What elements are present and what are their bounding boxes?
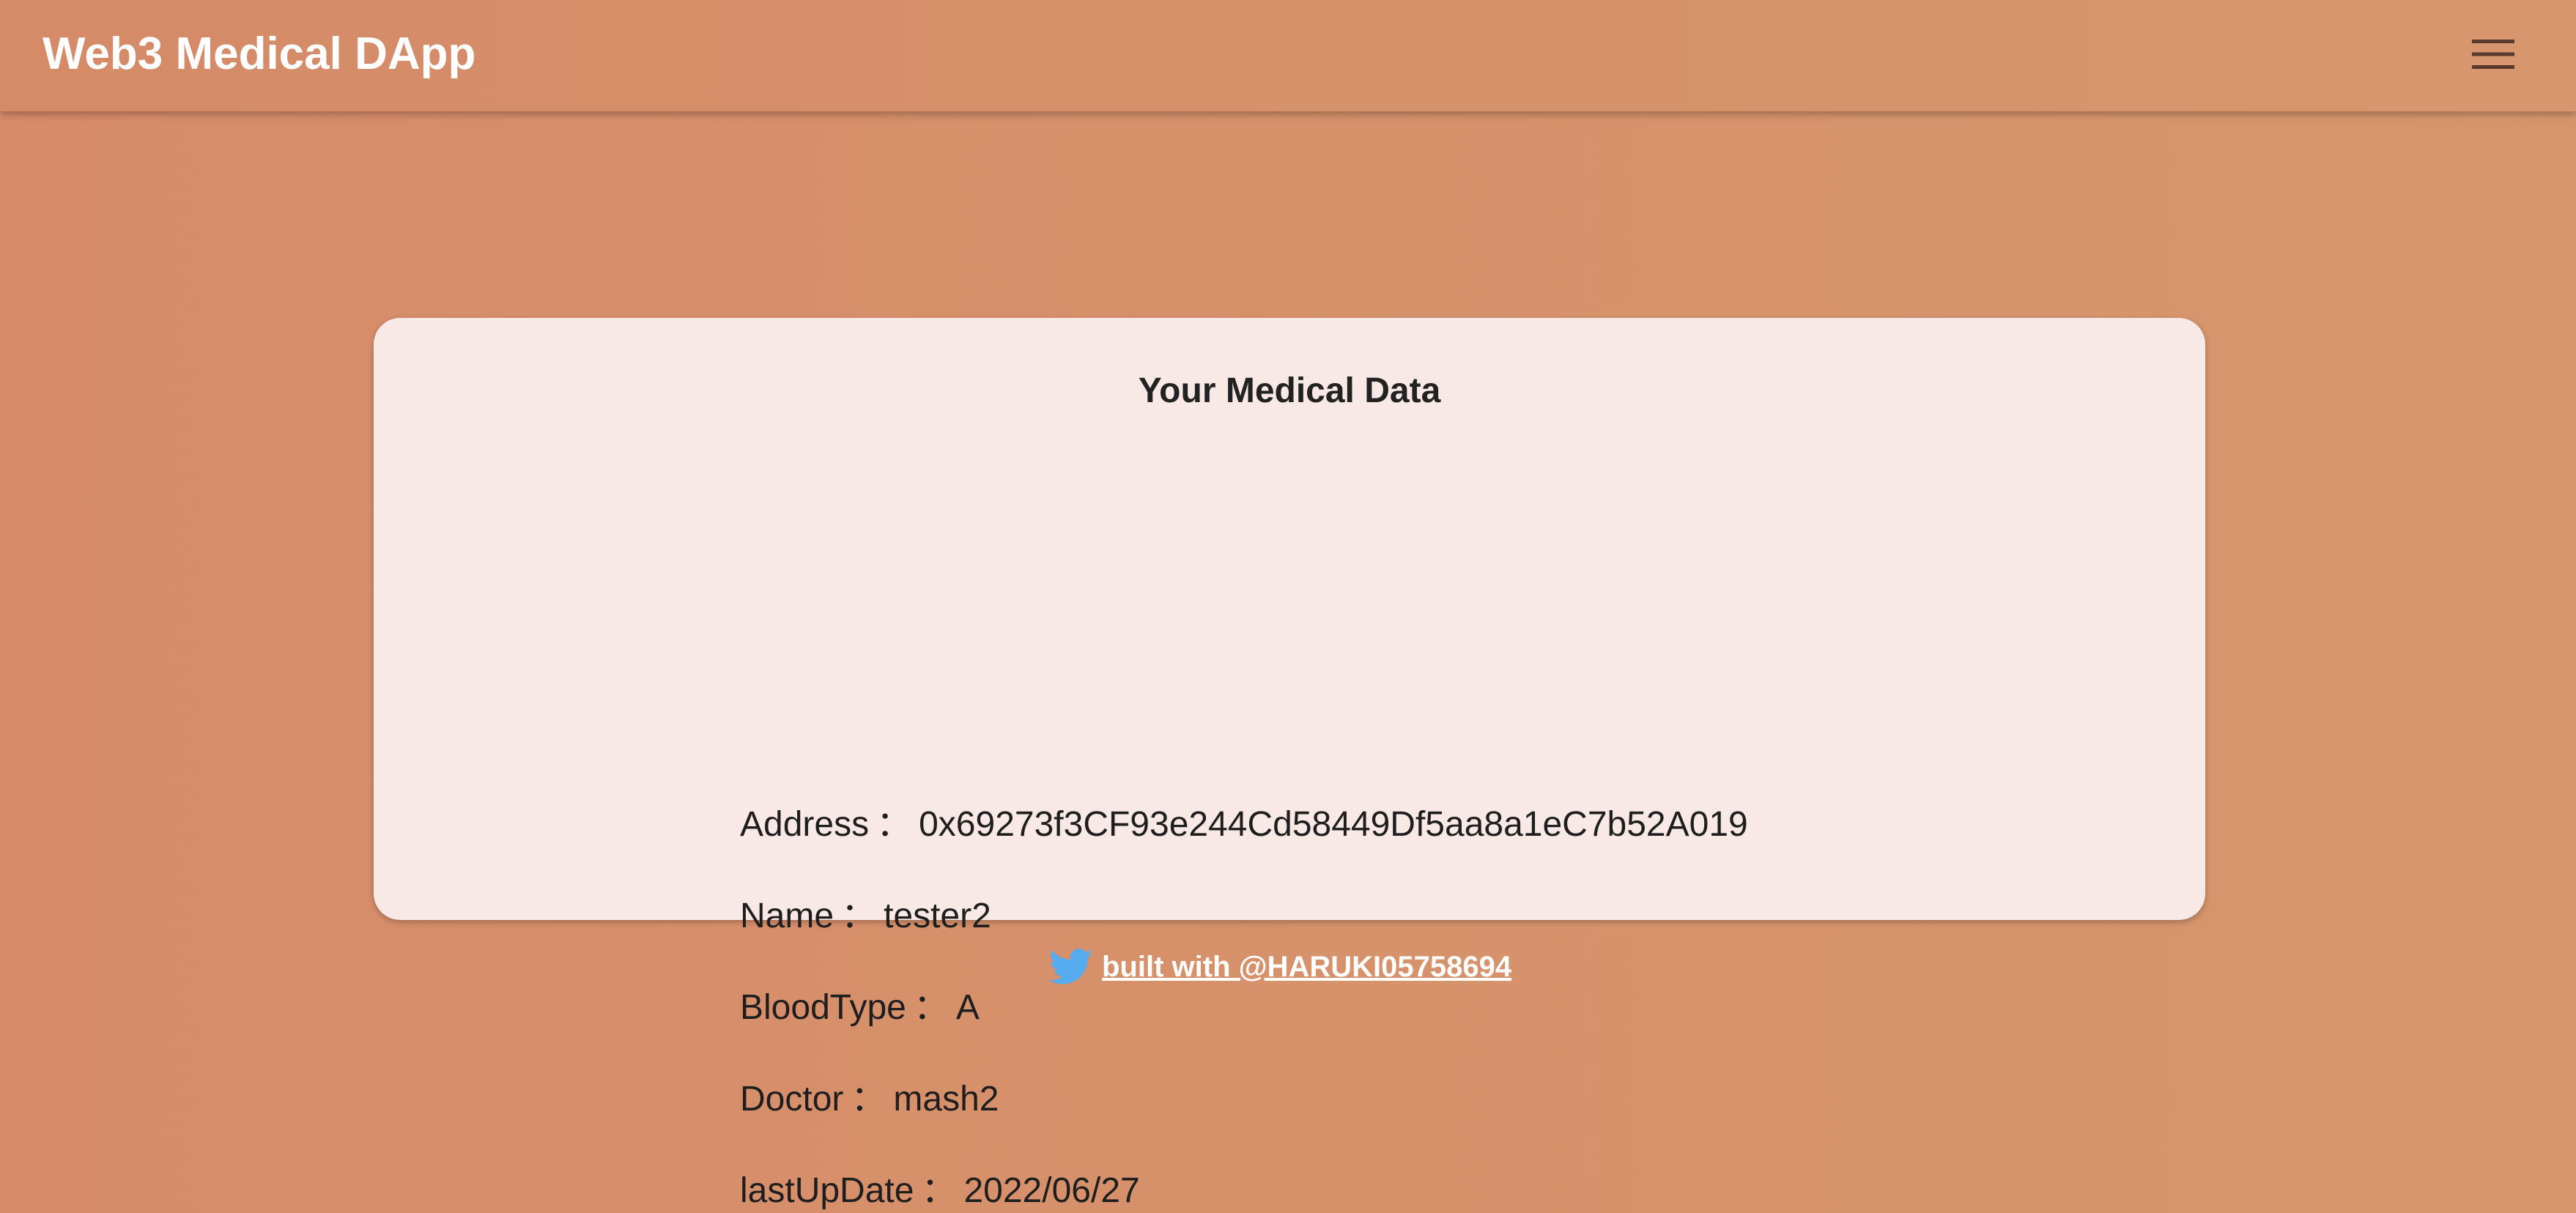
- menu-button[interactable]: [2459, 28, 2526, 82]
- medical-data-card: Your Medical Data Address： 0x69273f3CF93e…: [374, 318, 2205, 1210]
- built-with-link[interactable]: built with @HARUKI05758694: [1049, 945, 1511, 989]
- address-field: Address： 0x69273f3CF93e244Cd58449Df5aa8a1…: [740, 803, 1748, 847]
- last-update-field: lastUpDate： 2022/06/27: [740, 1169, 1140, 1213]
- built-with-text[interactable]: built with @HARUKI05758694: [1102, 951, 1511, 984]
- doctor-value: mash2: [893, 1080, 999, 1119]
- field-separator: ：: [841, 897, 877, 935]
- twitter-bird-icon: [1049, 949, 1092, 984]
- doctor-field: Doctor： mash2: [740, 1077, 999, 1121]
- blood-type-label: BloodType: [740, 988, 906, 1027]
- blood-type-value: A: [955, 988, 980, 1027]
- field-separator: ：: [851, 1080, 887, 1119]
- field-separator: ：: [913, 988, 949, 1027]
- address-label: Address: [740, 805, 870, 844]
- name-value: tester2: [884, 897, 991, 935]
- doctor-label: Doctor: [740, 1080, 844, 1119]
- address-value: 0x69273f3CF93e244Cd58449Df5aa8a1eC7b52A0…: [919, 805, 1748, 844]
- app-title: Web3 Medical DApp: [42, 29, 476, 79]
- blood-type-field: BloodType： A: [740, 986, 980, 1030]
- field-separator: ：: [876, 805, 912, 844]
- name-label: Name: [740, 897, 834, 935]
- last-update-label: lastUpDate: [740, 1171, 914, 1210]
- app-header: Web3 Medical DApp: [0, 0, 2576, 111]
- hamburger-menu-icon: [2472, 40, 2514, 69]
- field-separator: ：: [921, 1171, 957, 1210]
- last-update-value: 2022/06/27: [963, 1171, 1140, 1210]
- card-title: Your Medical Data: [1138, 371, 1441, 410]
- name-field: Name： tester2: [740, 894, 991, 938]
